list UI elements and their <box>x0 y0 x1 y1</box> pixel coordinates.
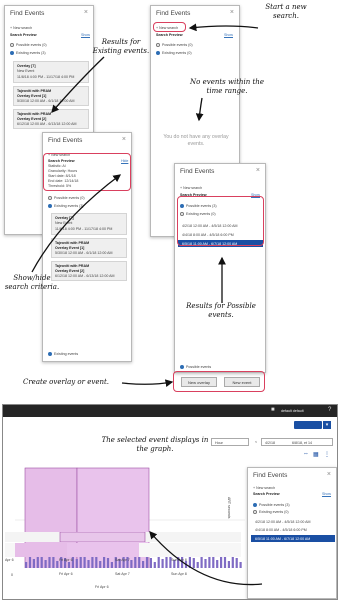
annotation-arrows <box>31 23 263 586</box>
arrow-start-new <box>188 23 259 32</box>
arrow-create <box>121 379 174 387</box>
arrow-results-existing <box>51 56 105 113</box>
arrow-no-events <box>195 97 204 122</box>
arrow-show-hide <box>31 174 122 273</box>
arrow-selected-graph <box>149 531 263 586</box>
